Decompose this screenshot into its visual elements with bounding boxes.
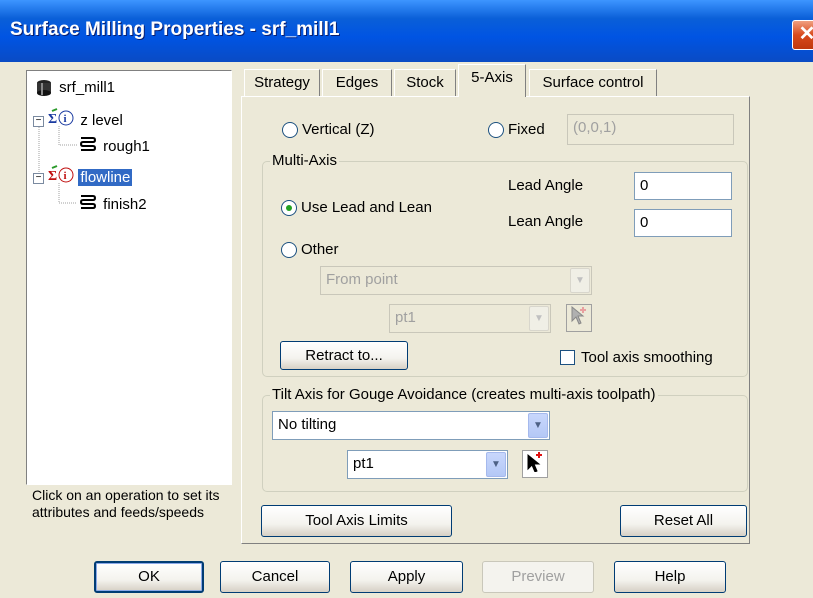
fixed-label: Fixed: [508, 121, 545, 138]
lean-angle-label: Lean Angle: [508, 213, 584, 230]
tool-axis-smoothing-label: Tool axis smoothing: [581, 349, 713, 366]
fixed-vector-field[interactable]: (0,0,1): [567, 114, 734, 145]
collapse-icon[interactable]: −: [33, 116, 44, 127]
svg-text:i: i: [64, 113, 67, 125]
lean-angle-field[interactable]: 0: [634, 209, 732, 237]
close-button[interactable]: ✕: [792, 20, 813, 50]
tilt-mode-combo[interactable]: No tilting ▼: [272, 411, 550, 440]
tab-surface-control[interactable]: Surface control: [529, 69, 657, 97]
radio-circle-selected: [281, 199, 297, 216]
help-button[interactable]: Help: [614, 561, 726, 593]
tree-item-finish2[interactable]: finish2: [79, 193, 149, 215]
tab-5-axis[interactable]: 5-Axis: [458, 64, 526, 97]
chevron-down-icon[interactable]: ▼: [529, 306, 549, 331]
reset-all-button[interactable]: Reset All: [620, 505, 747, 537]
use-lead-lean-radio[interactable]: Use Lead and Lean: [281, 199, 432, 216]
tilt-pick-point-button[interactable]: [522, 450, 548, 478]
collapse-icon[interactable]: −: [33, 173, 44, 184]
pick-cursor-icon: [570, 305, 588, 330]
other-mode-value: From point: [326, 271, 398, 288]
title-bar: Surface Milling Properties - srf_mill1 ✕: [0, 0, 813, 62]
use-lead-lean-label: Use Lead and Lean: [301, 199, 432, 216]
pick-cursor-icon: [526, 452, 544, 476]
pick-point-button[interactable]: [566, 304, 592, 332]
chevron-down-icon[interactable]: ▼: [570, 268, 590, 293]
svg-text:Σ: Σ: [48, 169, 57, 184]
radio-circle: [488, 121, 504, 138]
tab-stock[interactable]: Stock: [394, 69, 456, 97]
tree-label-rough1: rough1: [103, 138, 150, 156]
tool-axis-smoothing-checkbox[interactable]: Tool axis smoothing: [560, 349, 713, 366]
other-label: Other: [301, 241, 339, 258]
apply-button[interactable]: Apply: [350, 561, 463, 593]
lead-angle-field[interactable]: 0: [634, 172, 732, 200]
other-radio[interactable]: Other: [281, 241, 339, 258]
chevron-down-icon[interactable]: ▼: [528, 413, 548, 438]
toolpath-icon: [79, 135, 97, 160]
hint-text: Click on an operation to set its attribu…: [32, 487, 220, 520]
tree-item-zlevel[interactable]: − Σi z level: [33, 108, 125, 130]
operation-group-icon: Σi: [48, 165, 74, 192]
ok-button[interactable]: OK: [94, 561, 204, 593]
svg-text:i: i: [64, 170, 67, 182]
multi-axis-group-label: Multi-Axis: [270, 152, 340, 169]
other-mode-combo[interactable]: From point ▼: [320, 266, 592, 295]
vertical-z-radio[interactable]: Vertical (Z): [282, 121, 375, 138]
checkbox-box: [560, 350, 575, 365]
other-point-combo[interactable]: pt1 ▼: [389, 304, 551, 333]
tilt-axis-group-label: Tilt Axis for Gouge Avoidance (creates m…: [270, 386, 658, 403]
tree-label-flowline: flowline: [78, 169, 133, 187]
tree-item-rough1[interactable]: rough1: [79, 135, 152, 157]
retract-to-button[interactable]: Retract to...: [280, 341, 408, 370]
operation-tree[interactable]: srf_mill1 − Σi z level rough1 − Σi flowl…: [26, 70, 232, 485]
tab-edges[interactable]: Edges: [322, 69, 392, 97]
tilt-point-value: pt1: [353, 455, 374, 472]
chevron-down-icon[interactable]: ▼: [486, 452, 506, 477]
vertical-z-label: Vertical (Z): [302, 121, 375, 138]
tree-label-finish2: finish2: [103, 196, 147, 214]
tree-item-flowline[interactable]: − Σi flowline: [33, 165, 133, 187]
tree-label-zlevel: z level: [80, 112, 123, 130]
window-title: Surface Milling Properties - srf_mill1: [10, 19, 340, 40]
cancel-button[interactable]: Cancel: [220, 561, 330, 593]
tilt-point-combo[interactable]: pt1 ▼: [347, 450, 508, 479]
svg-text:Σ: Σ: [48, 112, 57, 127]
tab-strategy[interactable]: Strategy: [244, 69, 320, 97]
lead-angle-label: Lead Angle: [508, 177, 584, 194]
fixed-radio[interactable]: Fixed: [488, 121, 545, 138]
preview-button[interactable]: Preview: [482, 561, 594, 593]
operation-group-icon: Σi: [48, 108, 74, 135]
radio-circle: [282, 121, 298, 138]
tool-axis-limits-button[interactable]: Tool Axis Limits: [261, 505, 452, 537]
other-point-value: pt1: [395, 309, 416, 326]
toolpath-icon: [79, 193, 97, 218]
radio-circle: [281, 241, 297, 258]
tilt-mode-value: No tilting: [278, 416, 337, 433]
